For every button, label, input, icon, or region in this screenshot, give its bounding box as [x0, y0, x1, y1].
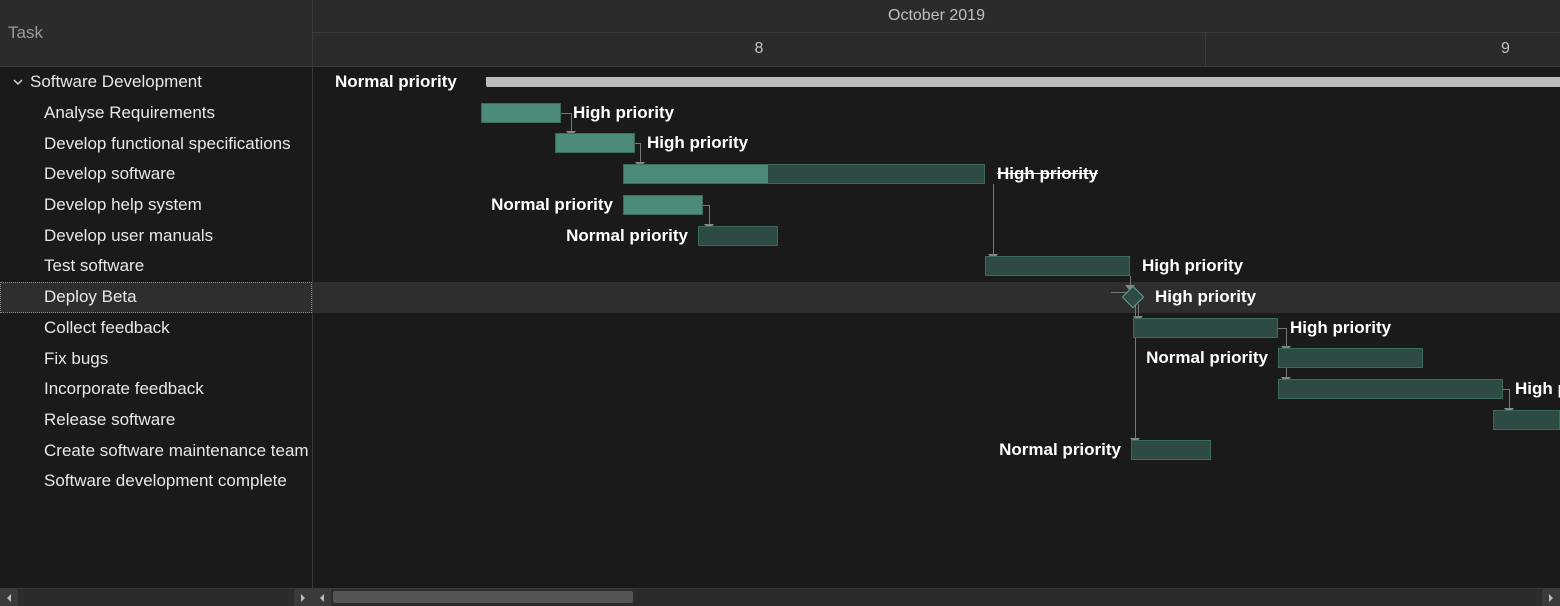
bar-label: High priority	[997, 164, 1098, 184]
left-scrollbar	[0, 588, 313, 606]
task-label: Release software	[44, 410, 175, 430]
bar-label: Normal priority	[1146, 348, 1268, 368]
day-label: 9	[1501, 40, 1510, 58]
bar-label: Normal priority	[491, 195, 613, 215]
task-label: Deploy Beta	[44, 287, 137, 307]
right-scrollbar	[313, 588, 1560, 606]
timeline-header: October 2019 8 9	[313, 0, 1560, 67]
main-area: Task Software Development Analyse Requir…	[0, 0, 1560, 588]
bar-label: High priority	[1142, 256, 1243, 276]
task-row[interactable]: Develop user manuals	[0, 220, 312, 251]
scrollbar-area	[0, 588, 1560, 606]
progress-fill	[624, 196, 702, 214]
task-label: Create software maintenance team	[44, 441, 309, 461]
task-bar[interactable]	[1278, 348, 1423, 368]
month-label: October 2019	[888, 7, 985, 25]
task-tree: Software Development Analyse Requirement…	[0, 67, 313, 588]
bar-label: Normal priority	[999, 440, 1121, 460]
task-panel: Task Software Development Analyse Requir…	[0, 0, 313, 588]
task-row[interactable]: Test software	[0, 251, 312, 282]
task-row[interactable]: Collect feedback	[0, 313, 312, 344]
task-label: Develop user manuals	[44, 226, 213, 246]
gantt-row: High priority	[313, 98, 1560, 129]
gantt-row: High priority	[313, 128, 1560, 159]
task-bar[interactable]	[1278, 379, 1503, 399]
gantt-row: High priority	[313, 313, 1560, 344]
task-row[interactable]: Develop help system	[0, 190, 312, 221]
task-row[interactable]: Fix bugs	[0, 343, 312, 374]
progress-fill	[482, 104, 560, 122]
gantt-row: Normal priority	[313, 435, 1560, 466]
task-column-header[interactable]: Task	[0, 0, 313, 67]
bar-label: High priority	[1290, 318, 1391, 338]
task-bar[interactable]	[698, 226, 778, 246]
bar-label: High priority	[647, 133, 748, 153]
task-label: Develop functional specifications	[44, 134, 291, 154]
task-column-label: Task	[8, 23, 43, 43]
task-label: Software development complete	[44, 471, 287, 491]
task-bar[interactable]	[623, 195, 703, 215]
task-row[interactable]: Software development complete	[0, 466, 312, 497]
gantt-row: Normal priority	[313, 67, 1560, 98]
task-row[interactable]: Create software maintenance team	[0, 435, 312, 466]
task-label: Develop help system	[44, 195, 202, 215]
summary-bar[interactable]	[487, 77, 1560, 87]
scroll-track[interactable]	[331, 589, 1542, 606]
task-label: Test software	[44, 256, 144, 276]
task-label: Fix bugs	[44, 349, 108, 369]
day-label: 8	[755, 40, 764, 58]
task-row[interactable]: Develop functional specifications	[0, 128, 312, 159]
task-bar[interactable]	[481, 103, 561, 123]
gantt-row: Normal priority	[313, 190, 1560, 221]
day-cell[interactable]: 8	[313, 33, 1206, 66]
scroll-right-button[interactable]	[294, 589, 312, 606]
task-row[interactable]: Analyse Requirements	[0, 98, 312, 129]
gantt-row: High priority	[313, 374, 1560, 405]
task-label: Incorporate feedback	[44, 379, 204, 399]
task-label: Develop software	[44, 164, 175, 184]
bar-label: High priority	[573, 103, 674, 123]
bar-label: Normal priority	[335, 72, 457, 92]
progress-fill	[624, 165, 768, 183]
task-label: Analyse Requirements	[44, 103, 215, 123]
gantt-row: High priority	[313, 159, 1560, 190]
gantt-panel: October 2019 8 9 Normal priority High pr…	[313, 0, 1560, 588]
scroll-left-button[interactable]	[313, 589, 331, 606]
task-row-root[interactable]: Software Development	[0, 67, 312, 98]
gantt-row: High priority	[313, 282, 1560, 313]
task-bar[interactable]	[555, 133, 635, 153]
bar-label: High priority	[1515, 379, 1560, 399]
day-cell[interactable]: 9	[1206, 33, 1560, 66]
scroll-right-button[interactable]	[1542, 589, 1560, 606]
milestone-icon[interactable]	[1122, 286, 1145, 309]
bar-label: Normal priority	[566, 226, 688, 246]
timeline-month[interactable]: October 2019	[313, 0, 1560, 33]
gantt-row: Normal priority	[313, 343, 1560, 374]
task-row[interactable]: Develop software	[0, 159, 312, 190]
scroll-left-button[interactable]	[0, 589, 18, 606]
task-label: Collect feedback	[44, 318, 170, 338]
task-root-label: Software Development	[30, 72, 202, 92]
scroll-track[interactable]	[18, 589, 294, 606]
task-bar[interactable]	[1493, 410, 1560, 430]
task-bar[interactable]	[1131, 440, 1211, 460]
progress-fill	[556, 134, 634, 152]
gantt-row	[313, 405, 1560, 436]
chevron-down-icon[interactable]	[12, 76, 24, 88]
task-bar[interactable]	[1133, 318, 1278, 338]
task-row[interactable]: Release software	[0, 405, 312, 436]
task-row-selected[interactable]: Deploy Beta	[0, 282, 312, 313]
scroll-thumb[interactable]	[333, 591, 633, 603]
gantt-area[interactable]: Normal priority High priority High priori…	[313, 67, 1560, 588]
task-bar[interactable]	[985, 256, 1130, 276]
task-bar[interactable]	[623, 164, 985, 184]
gantt-row: Normal priority	[313, 221, 1560, 252]
timeline-days: 8 9	[313, 33, 1560, 66]
gantt-app: Task Software Development Analyse Requir…	[0, 0, 1560, 606]
bar-label: High priority	[1155, 287, 1256, 307]
gantt-row: High priority	[313, 251, 1560, 282]
task-row[interactable]: Incorporate feedback	[0, 374, 312, 405]
